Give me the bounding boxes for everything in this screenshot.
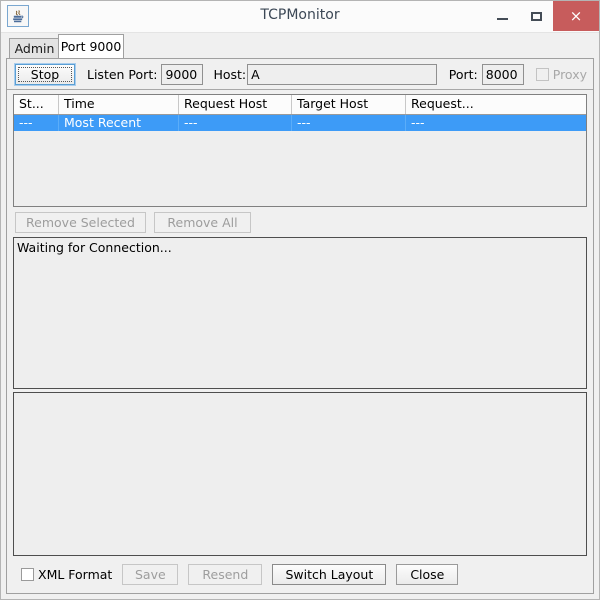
stop-button-label: Stop xyxy=(30,66,60,82)
window-controls: × xyxy=(485,1,599,31)
switch-layout-button[interactable]: Switch Layout xyxy=(272,564,387,585)
resend-button[interactable]: Resend xyxy=(188,564,263,585)
table-row[interactable]: --- Most Recent --- --- --- xyxy=(14,115,586,131)
column-header-time[interactable]: Time xyxy=(59,95,179,114)
proxy-checkbox-label: Proxy xyxy=(552,66,587,82)
remove-all-label: Remove All xyxy=(167,214,238,230)
remove-buttons-row: Remove Selected Remove All xyxy=(7,207,593,237)
cell-request: --- xyxy=(411,115,425,130)
switch-layout-label: Switch Layout xyxy=(285,567,374,582)
response-pane[interactable] xyxy=(13,392,587,556)
tab-admin-label: Admin xyxy=(14,41,55,56)
remove-selected-button[interactable]: Remove Selected xyxy=(15,211,146,233)
connection-toolbar: Stop Listen Port: 9000 Host: A Port: 800… xyxy=(7,59,593,90)
cell-time: Most Recent xyxy=(59,115,179,131)
message-panes: Waiting for Connection... xyxy=(13,237,587,556)
cell-target-host: --- xyxy=(292,115,406,131)
remove-all-button[interactable]: Remove All xyxy=(154,211,251,233)
tcpmonitor-window: TCPMonitor × Admin Port 9000 Stop Listen… xyxy=(0,0,600,600)
port-input[interactable]: 8000 xyxy=(481,63,524,85)
minimize-icon xyxy=(496,18,508,20)
tab-port-9000-label: Port 9000 xyxy=(60,39,122,54)
port-label: Port: xyxy=(448,66,478,82)
column-header-target-host[interactable]: Target Host xyxy=(292,95,406,114)
tab-admin[interactable]: Admin xyxy=(9,38,60,58)
xml-format-checkbox-label: XML Format xyxy=(38,567,113,582)
xml-format-checkbox[interactable]: XML Format xyxy=(21,567,112,582)
host-input[interactable]: A xyxy=(247,63,437,85)
table-empty-area[interactable] xyxy=(14,131,586,206)
stop-button[interactable]: Stop xyxy=(15,63,75,85)
column-header-request-host[interactable]: Request Host xyxy=(179,95,292,114)
proxy-checkbox[interactable]: Proxy xyxy=(535,66,587,82)
cell-request-host: --- xyxy=(179,115,292,131)
host-label: Host: xyxy=(213,66,247,82)
column-header-request[interactable]: Request... xyxy=(406,95,586,114)
tab-strip: Admin Port 9000 xyxy=(1,33,599,58)
remove-selected-label: Remove Selected xyxy=(26,214,135,230)
close-icon: × xyxy=(569,6,583,25)
bottom-action-bar: XML Format Save Resend Switch Layout Clo… xyxy=(7,556,593,593)
proxy-checkbox-box xyxy=(535,67,549,81)
save-button[interactable]: Save xyxy=(122,564,179,585)
table-header-row: St... Time Request Host Target Host Requ… xyxy=(14,95,586,115)
close-button[interactable]: Close xyxy=(396,564,459,585)
maximize-button[interactable] xyxy=(519,1,553,31)
listen-port-input[interactable]: 9000 xyxy=(161,63,204,85)
tab-port-9000[interactable]: Port 9000 xyxy=(58,34,124,58)
xml-format-checkbox-box xyxy=(21,568,34,581)
maximize-icon xyxy=(530,11,542,21)
column-header-status[interactable]: St... xyxy=(14,95,59,114)
close-button-label: Close xyxy=(410,567,445,582)
title-bar: TCPMonitor × xyxy=(1,1,599,33)
save-button-label: Save xyxy=(135,567,166,582)
close-window-button[interactable]: × xyxy=(553,1,599,31)
tab-content-panel: Stop Listen Port: 9000 Host: A Port: 800… xyxy=(6,58,594,594)
request-pane[interactable]: Waiting for Connection... xyxy=(13,237,587,389)
minimize-button[interactable] xyxy=(485,1,519,31)
listen-port-label: Listen Port: xyxy=(87,66,158,82)
connections-table[interactable]: St... Time Request Host Target Host Requ… xyxy=(13,94,587,207)
cell-status: --- xyxy=(14,115,59,131)
resend-button-label: Resend xyxy=(202,567,249,582)
